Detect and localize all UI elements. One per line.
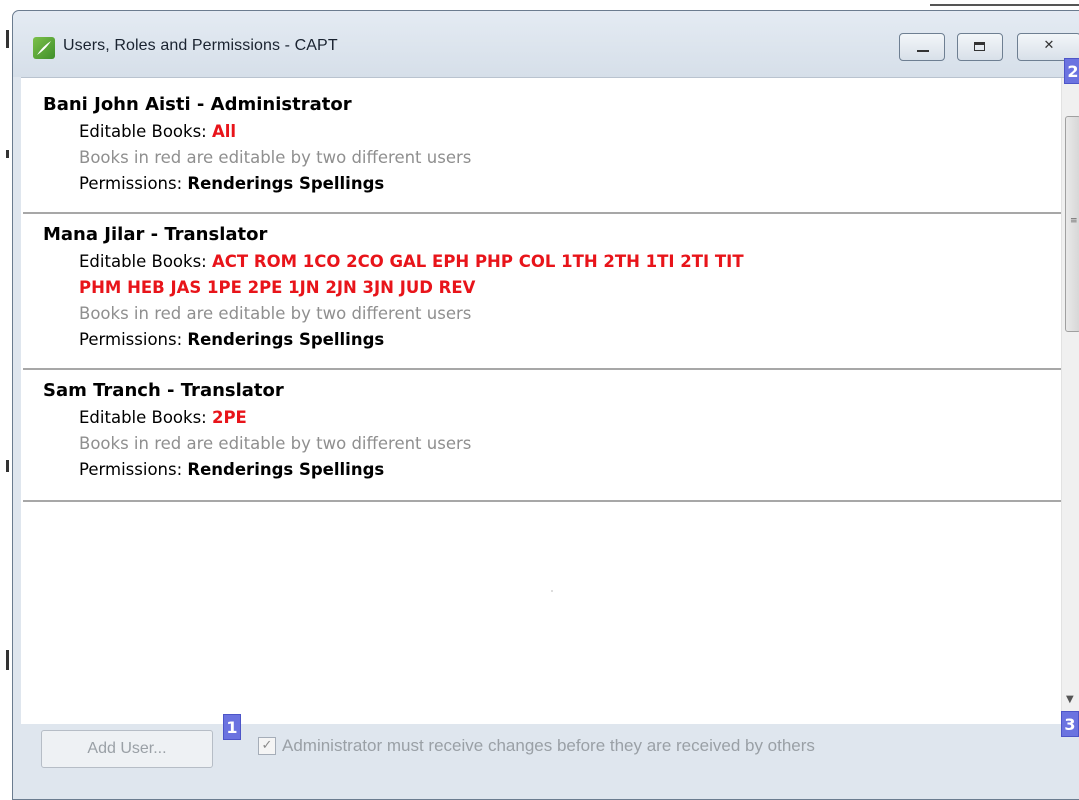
permissions-value: Renderings Spellings xyxy=(187,460,385,479)
permissions-line: Permissions: Renderings Spellings xyxy=(79,330,384,349)
user-name-role: Sam Tranch - Translator xyxy=(43,380,284,401)
desktop-edge-mark xyxy=(6,30,9,48)
admin-receive-label: Administrator must receive changes befor… xyxy=(282,736,815,755)
editable-books-label: Editable Books: xyxy=(79,408,212,427)
maximize-icon xyxy=(974,42,985,51)
permissions-value: Renderings Spellings xyxy=(187,330,385,349)
minimize-button[interactable] xyxy=(899,33,945,61)
scrollbar-thumb[interactable]: ≡ xyxy=(1065,116,1079,332)
artifact-dot xyxy=(551,590,553,592)
editable-books-value-cont: PHM HEB JAS 1PE 2PE 1JN 2JN 3JN JUD REV xyxy=(79,278,476,297)
user-entry[interactable]: Mana Jilar - Translator Editable Books: … xyxy=(23,212,1063,370)
green-leaf-icon xyxy=(33,37,55,59)
user-list-panel[interactable]: Bani John Aisti - Administrator Editable… xyxy=(21,77,1079,724)
editable-books-line: Editable Books: All xyxy=(79,122,236,141)
desktop-top-edge xyxy=(0,0,1079,10)
red-books-note: Books in red are editable by two differe… xyxy=(79,304,472,323)
annotation-badge-1: 1 xyxy=(223,714,241,740)
editable-books-value: ACT ROM 1CO 2CO GAL EPH PHP COL 1TH 2TH … xyxy=(211,252,744,271)
red-books-note: Books in red are editable by two differe… xyxy=(79,148,472,167)
user-name-role: Mana Jilar - Translator xyxy=(43,224,268,245)
permissions-line: Permissions: Renderings Spellings xyxy=(79,460,384,479)
editable-books-line: Editable Books: 2PE xyxy=(79,408,247,427)
user-name-role: Bani John Aisti - Administrator xyxy=(43,94,352,115)
annotation-badge-2: 2 xyxy=(1064,58,1079,84)
grip-icon: ≡ xyxy=(1070,216,1078,226)
editable-books-label: Editable Books: xyxy=(79,252,212,271)
desktop-edge-mark xyxy=(6,460,9,472)
editable-books-line: Editable Books: ACT ROM 1CO 2CO GAL EPH … xyxy=(79,252,744,271)
checkmark-icon: ✓ xyxy=(261,738,273,753)
window-title: Users, Roles and Permissions - CAPT xyxy=(63,37,338,54)
desktop-edge-mark xyxy=(6,650,9,670)
title-bar[interactable]: Users, Roles and Permissions - CAPT ✕ xyxy=(13,11,1079,77)
desktop-left-edge xyxy=(0,0,12,783)
close-button[interactable]: ✕ xyxy=(1017,33,1079,61)
scroll-down-arrow-icon[interactable]: ▼ xyxy=(1066,694,1074,705)
minimize-icon xyxy=(917,50,929,52)
users-roles-permissions-window: Users, Roles and Permissions - CAPT ✕ Ba… xyxy=(12,10,1079,800)
editable-books-value: 2PE xyxy=(211,408,247,427)
admin-receive-checkbox[interactable]: ✓ xyxy=(258,737,276,755)
user-entry[interactable]: Bani John Aisti - Administrator Editable… xyxy=(23,78,1063,214)
user-entry[interactable]: Sam Tranch - Translator Editable Books: … xyxy=(23,368,1063,502)
permissions-line: Permissions: Renderings Spellings xyxy=(79,174,384,193)
vertical-scrollbar[interactable]: ≡ ▼ xyxy=(1061,78,1079,724)
red-books-note: Books in red are editable by two differe… xyxy=(79,434,472,453)
permissions-label: Permissions: xyxy=(79,460,188,479)
permissions-label: Permissions: xyxy=(79,174,188,193)
permissions-label: Permissions: xyxy=(79,330,188,349)
desktop-edge-mark xyxy=(6,150,9,158)
close-icon: ✕ xyxy=(1043,38,1055,53)
editable-books-value: All xyxy=(211,122,237,141)
annotation-badge-3: 3 xyxy=(1061,711,1079,737)
desktop-edge-line xyxy=(930,4,1079,6)
editable-books-label: Editable Books: xyxy=(79,122,212,141)
permissions-value: Renderings Spellings xyxy=(187,174,385,193)
maximize-button[interactable] xyxy=(957,33,1003,61)
add-user-button[interactable]: Add User... xyxy=(41,730,213,768)
